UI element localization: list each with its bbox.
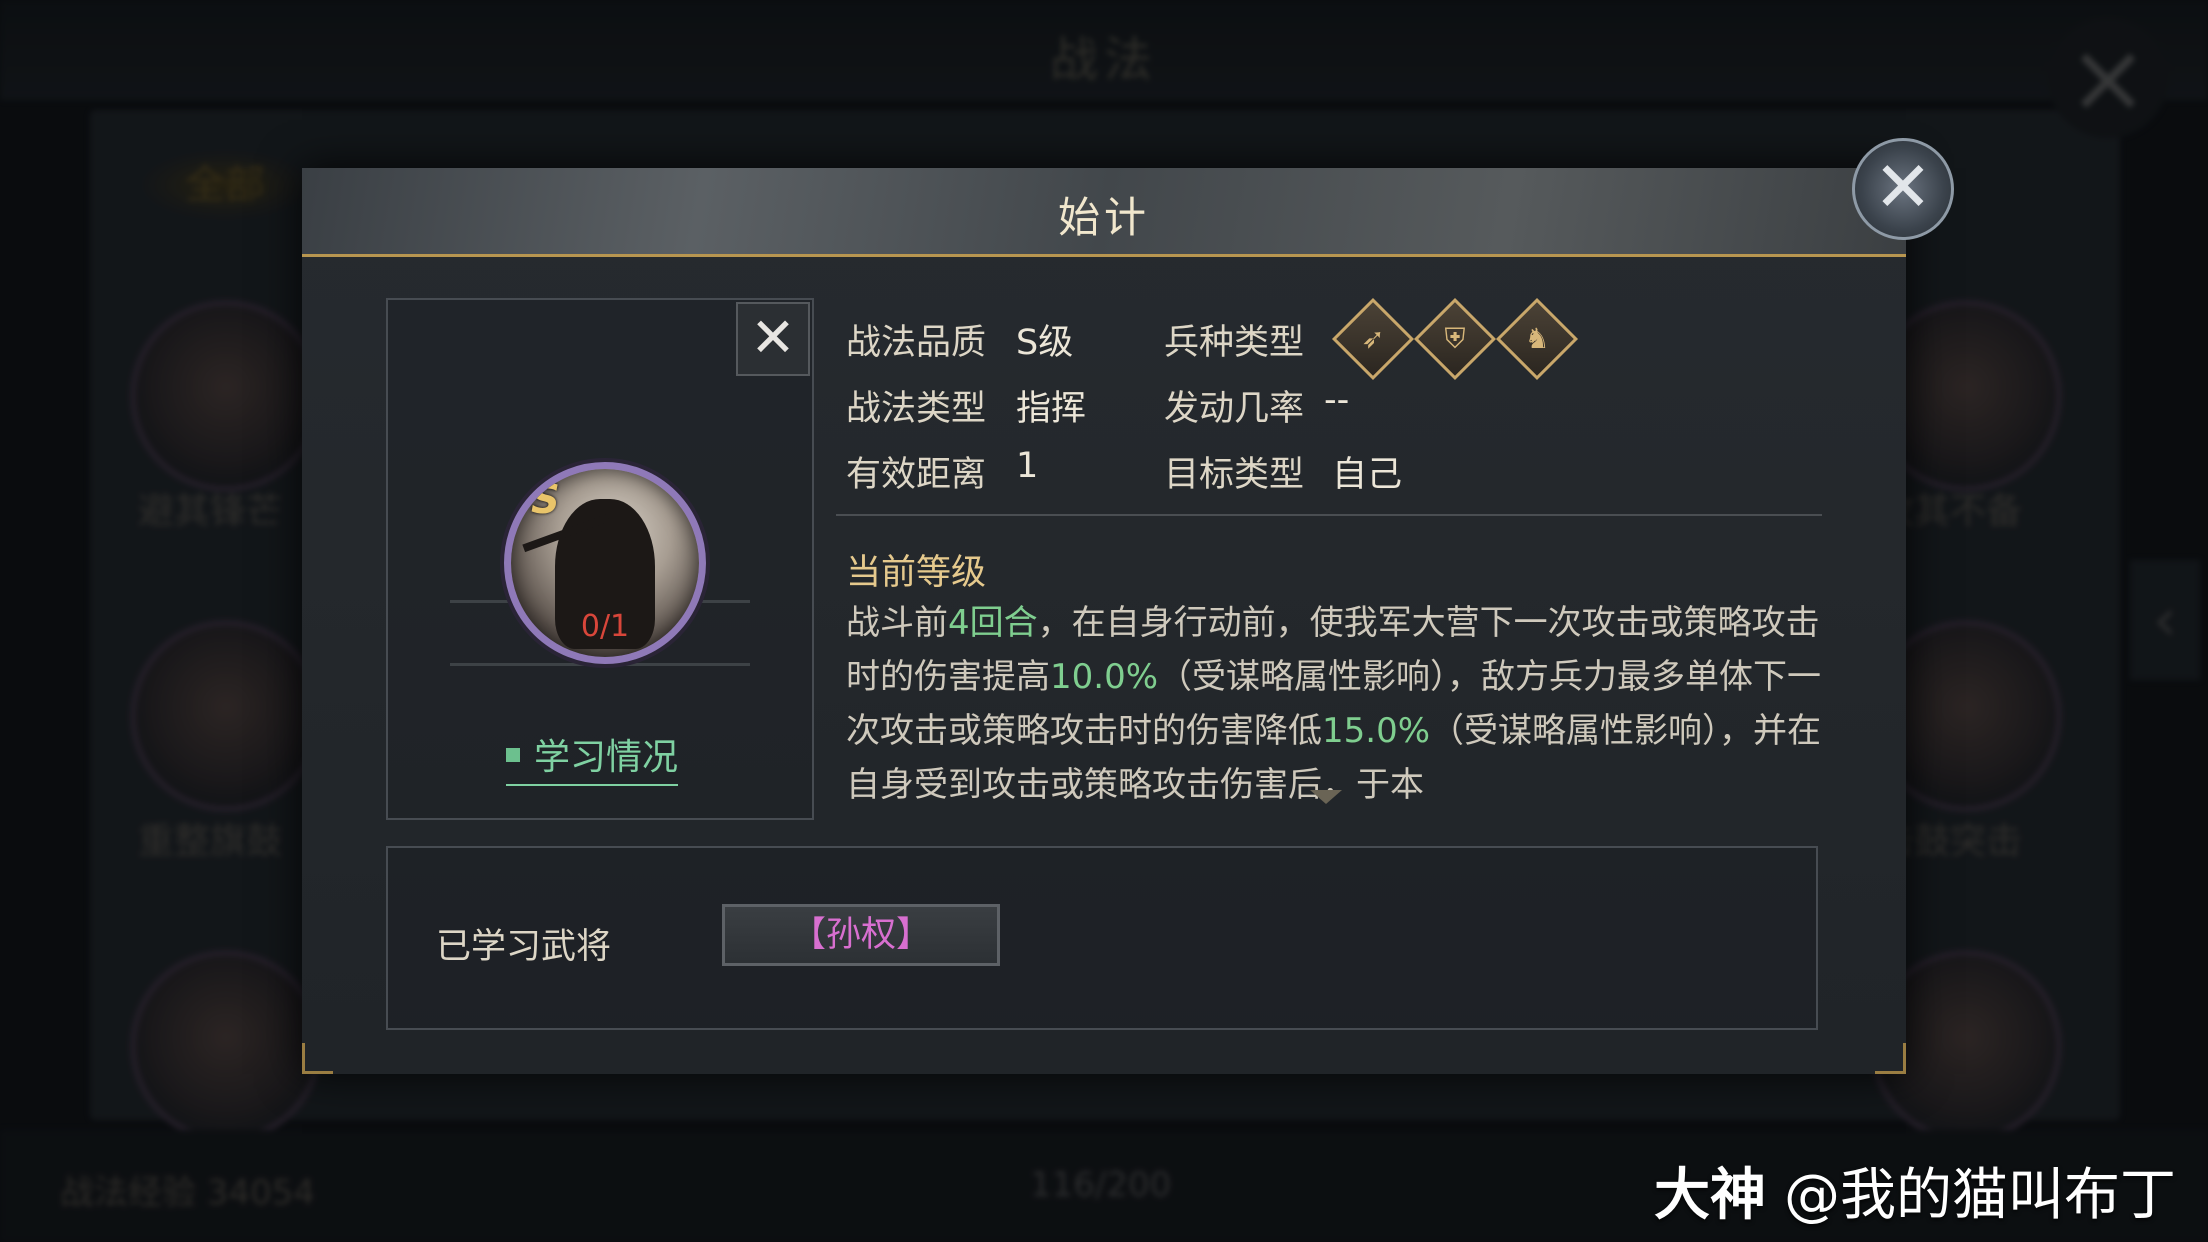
learned-generals-label: 已学习武将 — [436, 927, 612, 967]
cavalry-icon: ♞ — [1495, 297, 1579, 381]
watermark-handle: @我的猫叫布丁 — [1784, 1163, 2176, 1228]
learn-status-label: 学习情况 — [534, 737, 679, 778]
bullet-icon — [506, 748, 520, 762]
skill-detail-dialog: 始计 ✕ ✕ S 0/1 学习情况 战法品质 S级 兵种类型 ➶ ⛨ ♞ 战法类… — [302, 138, 1954, 1074]
skill-grade-badge: S — [531, 477, 560, 523]
desc-boost-value: 10.0% — [1050, 657, 1159, 697]
chevron-down-icon[interactable] — [1310, 790, 1342, 804]
current-level-title: 当前等级 — [846, 553, 987, 593]
shield-infantry-icon: ⛨ — [1413, 297, 1497, 381]
skill-description[interactable]: 战斗前4回合，在自身行动前，使我军大营下一次攻击或策略攻击时的伤害提高10.0%… — [846, 596, 1826, 810]
desc-reduce-value: 15.0% — [1322, 711, 1431, 751]
range-label: 有效距离 — [846, 455, 987, 495]
watermark: 大神 @我的猫叫布丁 — [1654, 1150, 2176, 1231]
quality-value: S级 — [1016, 323, 1074, 363]
range-value: 1 — [1016, 446, 1039, 486]
troop-type-label: 兵种类型 — [1164, 323, 1305, 363]
learned-general-tag[interactable]: 【孙权】 — [722, 904, 1000, 966]
desc-text: 战斗前 — [846, 603, 948, 643]
corner-ornament — [1875, 1043, 1906, 1074]
learn-status-link[interactable]: 学习情况 — [506, 728, 679, 786]
desc-rounds: 4回合 — [948, 603, 1038, 643]
trigger-rate-value: -- — [1324, 380, 1350, 420]
skill-type-value: 指挥 — [1016, 389, 1087, 429]
dialog-title: 始计 — [1057, 193, 1150, 242]
target-type-value: 自己 — [1332, 455, 1403, 495]
learned-generals-panel: 已学习武将 【孙权】 — [386, 846, 1818, 1030]
skill-medal: S 0/1 — [504, 462, 706, 664]
learn-count: 0/1 — [580, 609, 630, 644]
close-icon[interactable]: ✕ — [736, 302, 810, 376]
watermark-brand: 大神 — [1654, 1163, 1766, 1228]
corner-ornament — [302, 1043, 333, 1074]
dialog-close-crossed-swords-icon[interactable]: ✕ — [1852, 138, 1954, 240]
skill-type-label: 战法类型 — [846, 389, 987, 429]
quality-label: 战法品质 — [846, 323, 987, 363]
target-type-label: 目标类型 — [1164, 455, 1305, 495]
archer-icon: ➶ — [1331, 297, 1415, 381]
dialog-header: 始计 — [302, 168, 1906, 257]
divider — [836, 514, 1822, 516]
skill-card: ✕ S 0/1 学习情况 — [386, 298, 814, 820]
trigger-rate-label: 发动几率 — [1164, 389, 1305, 429]
